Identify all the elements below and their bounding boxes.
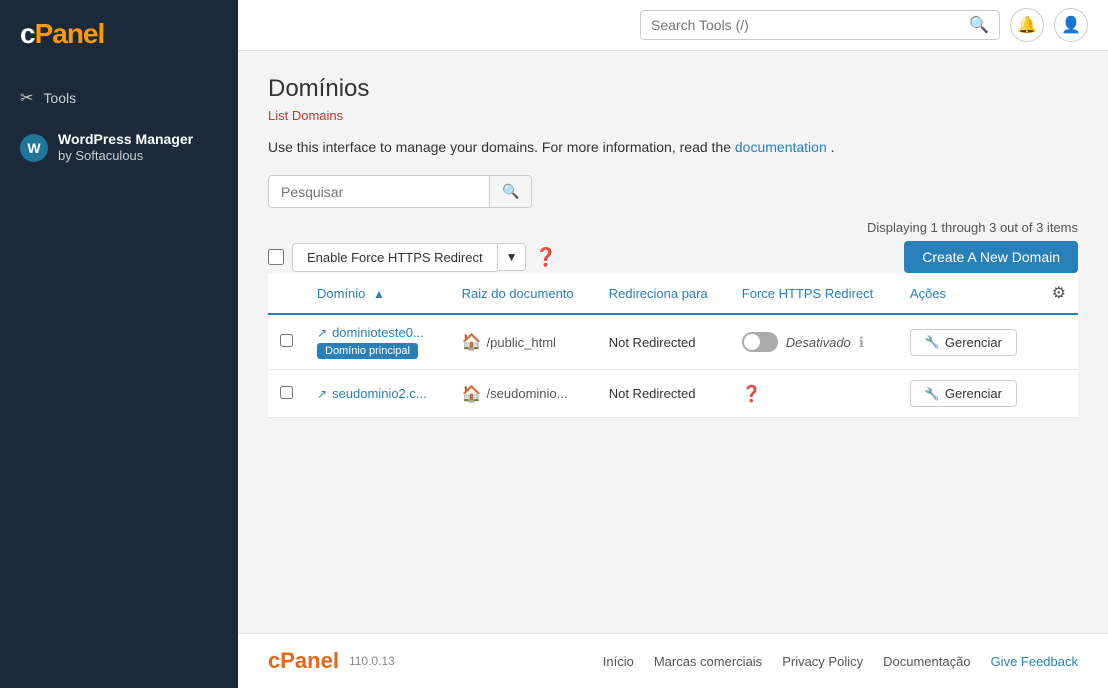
bulk-action-dropdown: Enable Force HTTPS Redirect ▼ bbox=[292, 243, 526, 272]
th-domain[interactable]: Domínio ▲ bbox=[305, 273, 450, 314]
table-row: ↗ seudominio2.c... 🏠 /seudominio... Not … bbox=[268, 370, 1078, 418]
footer-feedback-link[interactable]: Give Feedback bbox=[991, 654, 1078, 669]
search-bar: 🔍 bbox=[640, 10, 1000, 40]
th-actions: Ações bbox=[898, 273, 1040, 314]
header: 🔍 🔔 👤 bbox=[238, 0, 1108, 51]
row2-actions-cell: 🔧 Gerenciar bbox=[898, 370, 1040, 418]
user-account-button[interactable]: 👤 bbox=[1054, 8, 1088, 42]
sidebar-nav: ✂ Tools W WordPress Manager by Softaculo… bbox=[0, 68, 238, 187]
primary-domain-badge: Domínio principal bbox=[317, 343, 418, 359]
row2-docroot: 🏠 /seudominio... bbox=[462, 384, 585, 404]
table-toolbar: Enable Force HTTPS Redirect ▼ ❓ Create A… bbox=[268, 241, 1078, 273]
row1-redirect-cell: Not Redirected bbox=[597, 314, 730, 370]
wordpress-label: WordPress Manager by Softaculous bbox=[58, 130, 193, 165]
sort-arrow-domain: ▲ bbox=[373, 287, 385, 301]
sidebar-logo: cPanel bbox=[0, 0, 238, 68]
footer-version: 110.0.13 bbox=[349, 654, 395, 668]
domain-search-wrap: 🔍 bbox=[268, 175, 532, 208]
footer-inicio-link[interactable]: Início bbox=[603, 654, 634, 669]
row2-checkbox-cell bbox=[268, 370, 305, 418]
footer-privacy-link[interactable]: Privacy Policy bbox=[782, 654, 863, 669]
row1-docroot: 🏠 /public_html bbox=[462, 332, 585, 352]
footer: cPanel 110.0.13 Início Marcas comerciais… bbox=[238, 633, 1108, 688]
notifications-button[interactable]: 🔔 bbox=[1010, 8, 1044, 42]
page-title: Domínios bbox=[268, 75, 1078, 103]
sidebar: cPanel ✂ Tools W WordPress Manager by So… bbox=[0, 0, 238, 688]
sidebar-item-tools[interactable]: ✂ Tools bbox=[0, 78, 238, 118]
row2-domain-link[interactable]: ↗ seudominio2.c... bbox=[317, 386, 438, 401]
row1-force-https-label: Desativado bbox=[786, 335, 851, 350]
bulk-select-checkbox[interactable] bbox=[268, 249, 284, 265]
row2-manage-button[interactable]: 🔧 Gerenciar bbox=[910, 380, 1017, 407]
displaying-text: Displaying 1 through 3 out of 3 items bbox=[268, 220, 1078, 235]
table-header-row: Domínio ▲ Raiz do documento Redireciona … bbox=[268, 273, 1078, 314]
external-link-icon: ↗ bbox=[317, 326, 327, 340]
wrench-icon: 🔧 bbox=[925, 335, 940, 349]
domain-search-input[interactable] bbox=[269, 177, 489, 207]
row1-docroot-cell: 🏠 /public_html bbox=[450, 314, 597, 370]
footer-logo-section: cPanel 110.0.13 bbox=[268, 648, 395, 674]
create-new-domain-button[interactable]: Create A New Domain bbox=[904, 241, 1078, 273]
sidebar-item-wordpress[interactable]: W WordPress Manager by Softaculous bbox=[0, 118, 238, 177]
row1-gear-cell bbox=[1040, 314, 1078, 370]
th-force-https[interactable]: Force HTTPS Redirect bbox=[730, 273, 898, 314]
cpanel-logo-text: cPanel bbox=[20, 18, 104, 50]
table-row: ↗ dominioteste0... Domínio principal 🏠 /… bbox=[268, 314, 1078, 370]
domains-table: Domínio ▲ Raiz do documento Redireciona … bbox=[268, 273, 1078, 418]
row2-domain-cell: ↗ seudominio2.c... bbox=[305, 370, 450, 418]
row1-force-https-cell: Desativado ℹ bbox=[730, 314, 898, 370]
th-document-root[interactable]: Raiz do documento bbox=[450, 273, 597, 314]
footer-cpanel-logo: cPanel bbox=[268, 648, 339, 674]
documentation-link[interactable]: documentation bbox=[735, 139, 827, 155]
toolbar-left: Enable Force HTTPS Redirect ▼ ❓ bbox=[268, 243, 557, 272]
th-checkbox bbox=[268, 273, 305, 314]
row2-redirect-cell: Not Redirected bbox=[597, 370, 730, 418]
th-redirects-to[interactable]: Redireciona para bbox=[597, 273, 730, 314]
external-link-icon2: ↗ bbox=[317, 387, 327, 401]
row1-info-icon[interactable]: ℹ bbox=[859, 334, 864, 351]
row2-gear-cell bbox=[1040, 370, 1078, 418]
breadcrumb-link[interactable]: List Domains bbox=[268, 108, 343, 123]
search-tools-input[interactable] bbox=[651, 17, 961, 33]
home-icon: 🏠 bbox=[462, 332, 482, 352]
main-content: 🔍 🔔 👤 Domínios List Domains Use this int… bbox=[238, 0, 1108, 688]
bulk-help-button[interactable]: ❓ bbox=[534, 247, 556, 268]
row2-force-https-cell: ❓ bbox=[730, 370, 898, 418]
row2-checkbox[interactable] bbox=[280, 386, 293, 399]
footer-links: Início Marcas comerciais Privacy Policy … bbox=[603, 654, 1078, 669]
footer-documentacao-link[interactable]: Documentação bbox=[883, 654, 970, 669]
row1-manage-button[interactable]: 🔧 Gerenciar bbox=[910, 329, 1017, 356]
search-controls: 🔍 bbox=[268, 175, 1078, 208]
row1-force-https-toggle[interactable] bbox=[742, 332, 778, 352]
row1-domain-link[interactable]: ↗ dominioteste0... bbox=[317, 325, 438, 340]
domain-search-button[interactable]: 🔍 bbox=[489, 176, 531, 207]
wordpress-icon: W bbox=[20, 134, 48, 162]
page-description: Use this interface to manage your domain… bbox=[268, 139, 1078, 155]
table-gear-button[interactable]: ⚙ bbox=[1052, 283, 1066, 303]
search-tools-button[interactable]: 🔍 bbox=[969, 15, 989, 35]
page-content: Domínios List Domains Use this interface… bbox=[238, 51, 1108, 633]
tools-icon: ✂ bbox=[20, 88, 33, 108]
row1-actions-cell: 🔧 Gerenciar bbox=[898, 314, 1040, 370]
row2-docroot-cell: 🏠 /seudominio... bbox=[450, 370, 597, 418]
home-icon2: 🏠 bbox=[462, 384, 482, 404]
row2-help-icon[interactable]: ❓ bbox=[742, 386, 762, 403]
wrench-icon2: 🔧 bbox=[925, 387, 940, 401]
th-gear: ⚙ bbox=[1040, 273, 1078, 314]
row1-checkbox[interactable] bbox=[280, 334, 293, 347]
bulk-action-arrow[interactable]: ▼ bbox=[497, 243, 527, 271]
bulk-action-button[interactable]: Enable Force HTTPS Redirect bbox=[292, 243, 497, 272]
footer-marcas-link[interactable]: Marcas comerciais bbox=[654, 654, 762, 669]
row1-domain-cell: ↗ dominioteste0... Domínio principal bbox=[305, 314, 450, 370]
row1-checkbox-cell bbox=[268, 314, 305, 370]
sidebar-item-tools-label: Tools bbox=[43, 90, 76, 106]
